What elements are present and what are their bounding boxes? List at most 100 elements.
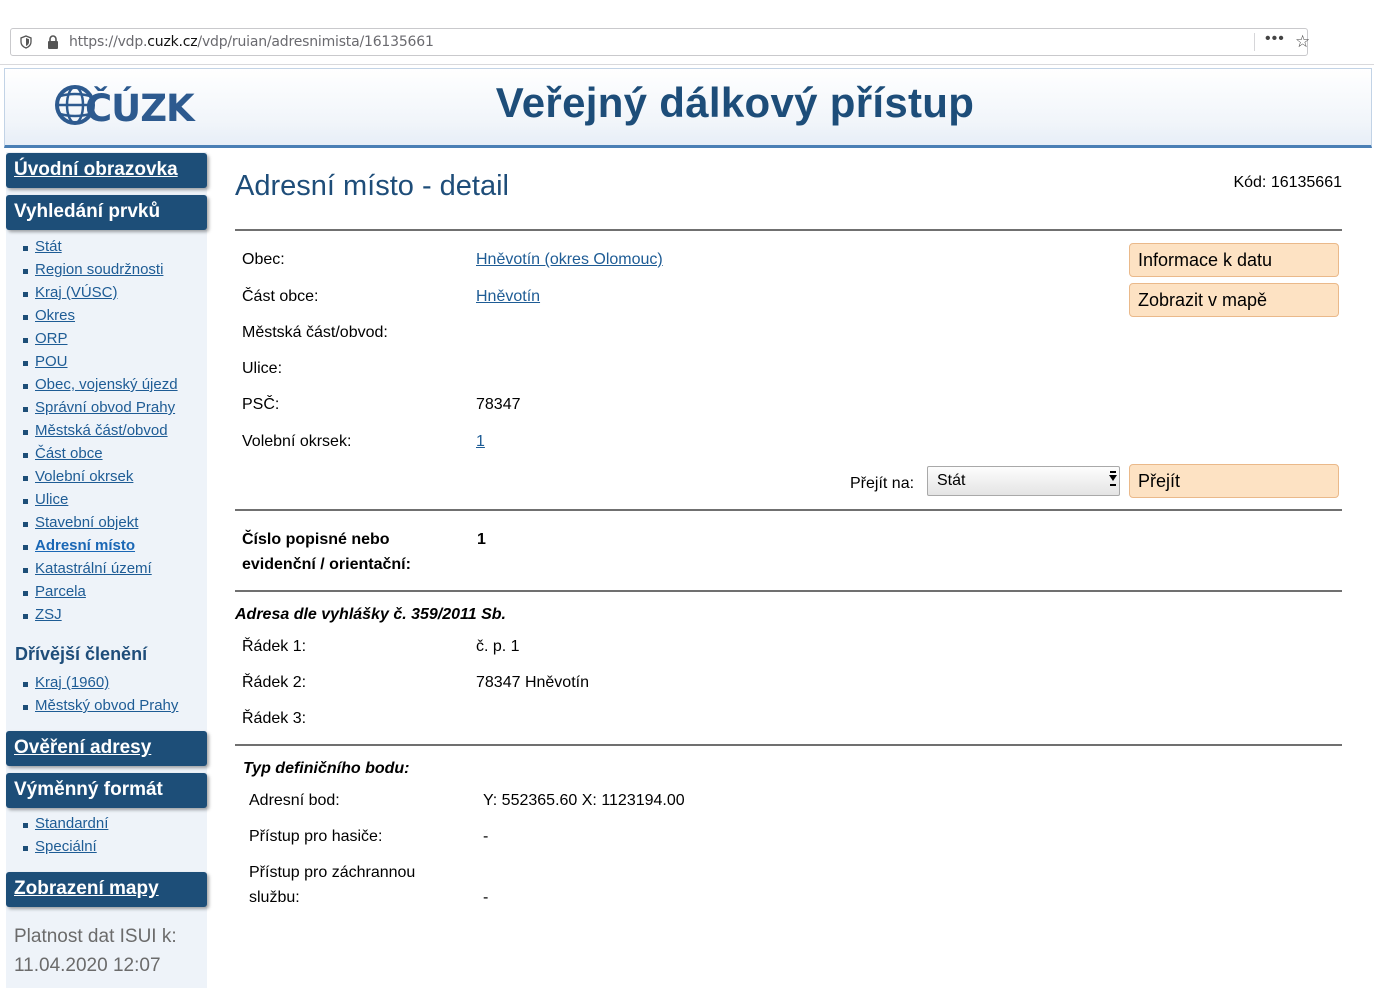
sidebar-link[interactable]: POU [35, 353, 68, 370]
row2-label: Řádek 2: [242, 674, 307, 691]
sidebar-item-katastralni-uzemi[interactable]: Katastrální území [6, 559, 207, 582]
address-bar[interactable]: https://vdp.cuzk.cz/vdp/ruian/adresnimis… [10, 28, 1310, 56]
sidebar-link[interactable]: Okres [35, 307, 75, 324]
rescue-access-value: - [483, 889, 489, 906]
nav-exchange-label: Výměnný formát [14, 779, 163, 800]
cast-obce-link[interactable]: Hněvotín [476, 288, 540, 306]
sidebar-link[interactable]: Speciální [35, 838, 97, 855]
sidebar-item-kraj-1960[interactable]: Kraj (1960) [6, 673, 207, 696]
page-actions-icon[interactable]: ••• [1265, 30, 1285, 48]
rescue-access-label-line2: službu: [249, 889, 300, 906]
definition-point-heading: Typ definičního bodu: [243, 760, 410, 777]
goto-select[interactable]: Stát [927, 466, 1120, 496]
sidebar-item-cast-obce[interactable]: Část obce [6, 444, 207, 467]
sidebar-link[interactable]: Volební okrsek [35, 468, 133, 485]
bullet-icon [23, 269, 28, 274]
sidebar-item-stavebni-objekt[interactable]: Stavební objekt [6, 513, 207, 536]
former-division-heading: Dřívější členění [15, 644, 148, 664]
sidebar-link[interactable]: Stát [35, 238, 62, 255]
sidebar-item-region[interactable]: Region soudržnosti [6, 260, 207, 283]
sidebar-link[interactable]: Parcela [35, 583, 86, 600]
sidebar-link[interactable]: Stavební objekt [35, 514, 138, 531]
page-title: Adresní místo - detail [235, 170, 509, 202]
former-items-list: Kraj (1960) Městský obvod Prahy [6, 673, 207, 719]
bullet-icon [23, 499, 28, 504]
nav-map-view[interactable]: Zobrazení mapy [6, 872, 207, 907]
url-text[interactable]: https://vdp.cuzk.cz/vdp/ruian/adresnimis… [69, 34, 434, 50]
nav-search-label: Vyhledání prvků [14, 201, 161, 222]
nav-verify-address[interactable]: Ověření adresy [6, 731, 207, 766]
sidebar-link[interactable]: Katastrální území [35, 560, 152, 577]
address-point-label: Adresní bod: [249, 792, 340, 809]
sidebar-item-mestsky-obvod[interactable]: Městský obvod Prahy [6, 696, 207, 719]
sidebar-link[interactable]: ZSJ [35, 606, 62, 623]
ulice-label: Ulice: [242, 360, 283, 377]
sidebar-link[interactable]: Kraj (VÚSC) [35, 284, 118, 301]
validity-label: Platnost dat ISUI k: [14, 926, 177, 947]
sidebar-item-ulice[interactable]: Ulice [6, 490, 207, 513]
sidebar-item-stat[interactable]: Stát [6, 237, 207, 260]
rescue-access-label-line1: Přístup pro záchrannou [249, 864, 416, 881]
sidebar-item-adresni-misto[interactable]: Adresní místo [6, 536, 207, 559]
sidebar-item-kraj[interactable]: Kraj (VÚSC) [6, 283, 207, 306]
site-banner: ČÚZK Veřejný dálkový přístup [4, 68, 1372, 148]
sidebar-item-obec[interactable]: Obec, vojenský újezd [6, 375, 207, 398]
browser-divider [0, 64, 1374, 65]
sidebar-item-standardni[interactable]: Standardní [6, 814, 207, 837]
sidebar-item-pou[interactable]: POU [6, 352, 207, 375]
bullet-icon [23, 614, 28, 619]
browser-top [0, 0, 1374, 26]
sidebar-item-volebni-okrsek[interactable]: Volební okrsek [6, 467, 207, 490]
sidebar-link[interactable]: ORP [35, 330, 68, 347]
sidebar-link[interactable]: Část obce [35, 445, 103, 462]
cislo-label-line2: evidenční / orientační: [242, 556, 411, 573]
bookmark-star-icon[interactable]: ☆ [1295, 33, 1310, 51]
sidebar-item-mestska-cast[interactable]: Městská část/obvod [6, 421, 207, 444]
go-button[interactable]: Přejít [1129, 464, 1339, 498]
sidebar-link[interactable]: Region soudržnosti [35, 261, 163, 278]
sidebar-link[interactable]: Městská část/obvod [35, 422, 168, 439]
bullet-icon [23, 823, 28, 828]
sidebar-link[interactable]: Ulice [35, 491, 68, 508]
bullet-icon [23, 568, 28, 573]
bullet-icon [23, 682, 28, 687]
sidebar-item-zsj[interactable]: ZSJ [6, 605, 207, 628]
sidebar-link-active[interactable]: Adresní místo [35, 537, 135, 554]
nav-map-link[interactable]: Zobrazení mapy [14, 878, 159, 900]
search-items-list: Stát Region soudržnosti Kraj (VÚSC) Okre… [6, 237, 207, 628]
nav-search-head: Vyhledání prvků [6, 195, 207, 230]
info-to-date-button[interactable]: Informace k datu [1129, 243, 1339, 277]
sidebar-item-specialni[interactable]: Speciální [6, 837, 207, 860]
main-content: Adresní místo - detail Kód: 16135661 Obe… [235, 152, 1342, 988]
divider [235, 590, 1342, 592]
bullet-icon [23, 430, 28, 435]
goto-label: Přejít na: [850, 475, 915, 492]
sidebar-item-okres[interactable]: Okres [6, 306, 207, 329]
sidebar-item-spravni-obvod[interactable]: Správní obvod Prahy [6, 398, 207, 421]
lock-icon[interactable] [47, 35, 59, 49]
nav-home-link[interactable]: Úvodní obrazovka [14, 159, 178, 181]
sidebar-link[interactable]: Městský obvod Prahy [35, 697, 178, 714]
show-in-map-button[interactable]: Zobrazit v mapě [1129, 283, 1339, 317]
bullet-icon [23, 453, 28, 458]
sidebar-link[interactable]: Obec, vojenský újezd [35, 376, 178, 393]
sidebar-item-orp[interactable]: ORP [6, 329, 207, 352]
exchange-items-list: Standardní Speciální [6, 814, 207, 860]
sidebar-item-parcela[interactable]: Parcela [6, 582, 207, 605]
bullet-icon [23, 361, 28, 366]
select-arrow-bottom [1110, 484, 1116, 486]
divider [235, 509, 1342, 511]
psc-label: PSČ: [242, 396, 280, 413]
address-point-value: Y: 552365.60 X: 1123194.00 [483, 792, 685, 809]
shield-icon[interactable] [20, 35, 32, 49]
nav-verify-link[interactable]: Ověření adresy [14, 737, 151, 759]
select-arrow-top [1110, 471, 1116, 473]
nav-home[interactable]: Úvodní obrazovka [6, 153, 207, 188]
address-section-heading: Adresa dle vyhlášky č. 359/2011 Sb. [235, 606, 506, 623]
sidebar-link[interactable]: Správní obvod Prahy [35, 399, 175, 416]
sidebar-link[interactable]: Kraj (1960) [35, 674, 109, 691]
volebni-okrsek-link[interactable]: 1 [476, 433, 485, 451]
sidebar-link[interactable]: Standardní [35, 815, 108, 832]
validity-date: 11.04.2020 12:07 [14, 955, 161, 976]
obec-link[interactable]: Hněvotín (okres Olomouc) [476, 251, 663, 269]
